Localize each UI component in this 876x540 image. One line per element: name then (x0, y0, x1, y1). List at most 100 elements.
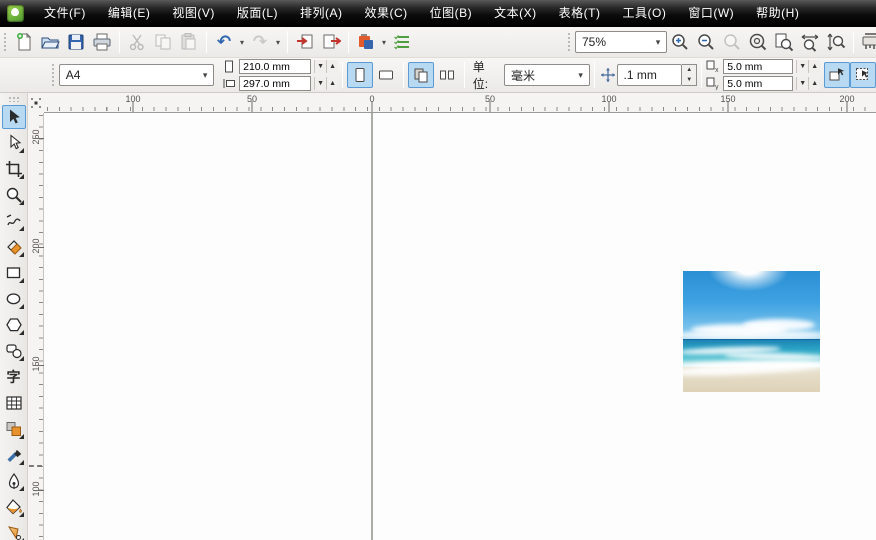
basic-shapes-tool[interactable] (2, 339, 26, 363)
crop-tool[interactable] (2, 157, 26, 181)
launcher-dropdown[interactable]: ▾ (379, 38, 389, 47)
paper-width-field[interactable]: 210.0 mm (239, 59, 312, 74)
import-button[interactable] (292, 29, 318, 55)
menu-arrange[interactable]: 排列(A) (289, 0, 354, 27)
toolbox-grip[interactable] (8, 95, 19, 102)
copy-button[interactable] (150, 29, 176, 55)
zoom-in-button[interactable] (667, 29, 693, 55)
ruler-origin[interactable] (28, 93, 44, 113)
menu-tools[interactable]: 工具(O) (612, 0, 678, 27)
vertical-ruler[interactable]: 250 200 150 100 (28, 113, 44, 540)
nudge-offset-value: .1 mm (623, 68, 657, 82)
import-icon (297, 34, 313, 49)
toolbar-separator (287, 31, 288, 53)
fill-tool[interactable] (2, 495, 26, 519)
svg-text:y: y (715, 84, 719, 90)
zoom-tool[interactable] (2, 183, 26, 207)
paper-width-spinner[interactable]: ▼ ▲ (314, 60, 339, 73)
outline-pen-tool[interactable] (2, 469, 26, 493)
all-pages-button[interactable] (407, 62, 434, 88)
svg-text:x: x (715, 67, 719, 73)
undo-dropdown[interactable]: ▾ (237, 38, 247, 47)
options-list-button[interactable] (389, 29, 415, 55)
units-combo[interactable]: 毫米 ▾ (503, 64, 590, 86)
save-button[interactable] (63, 29, 89, 55)
ruler-label: 150 (31, 356, 41, 372)
menu-view[interactable]: 视图(V) (161, 0, 226, 27)
duplicate-x-spinner[interactable]: ▼ ▲ (796, 60, 821, 73)
paste-button[interactable] (176, 29, 202, 55)
toolbar-grip[interactable] (2, 31, 8, 53)
pick-tool[interactable] (1, 105, 26, 129)
paper-size-combo[interactable]: A4 ▾ (58, 64, 215, 86)
beach-image-object[interactable] (683, 271, 820, 392)
current-page-icon (439, 70, 454, 80)
current-page-button[interactable] (434, 62, 460, 88)
menu-edit[interactable]: 编辑(E) (97, 0, 162, 27)
menu-help[interactable]: 帮助(H) (745, 0, 810, 27)
zoom-to-width-button[interactable] (797, 29, 823, 55)
snap-drawer-button[interactable] (858, 29, 876, 55)
table-tool[interactable] (2, 391, 26, 415)
toolbar-separator (206, 31, 207, 53)
application-launcher-button[interactable] (353, 29, 379, 55)
redo-button[interactable]: ↷ (247, 29, 273, 55)
text-tool[interactable]: 字 (2, 365, 26, 389)
shape-tool[interactable] (2, 131, 26, 155)
duplicate-x-icon: x (706, 60, 720, 74)
zoom-out-button[interactable] (693, 29, 719, 55)
snap-to-objects-button[interactable] (850, 62, 876, 88)
page-left-edge (371, 113, 373, 540)
nudge-offset-field[interactable]: .1 mm (616, 64, 683, 86)
zoom-toolbar-grip[interactable] (566, 31, 572, 53)
print-button[interactable] (89, 29, 115, 55)
menu-file[interactable]: 文件(F) (33, 0, 97, 27)
duplicate-y-spinner[interactable]: ▼ ▲ (796, 77, 821, 90)
propbar-grip[interactable] (49, 62, 56, 88)
redo-dropdown[interactable]: ▾ (273, 38, 283, 47)
duplicate-x-value: 5.0 mm (727, 60, 763, 73)
duplicate-y-field[interactable]: 5.0 mm (723, 76, 794, 91)
paper-height-field[interactable]: 297.0 mm (239, 76, 312, 91)
undo-button[interactable]: ↶ (211, 29, 237, 55)
zoom-out-icon (698, 34, 714, 50)
export-button[interactable] (318, 29, 344, 55)
paper-height-spinner[interactable]: ▼ ▲ (314, 77, 339, 90)
portrait-button[interactable] (347, 62, 374, 88)
drawing-canvas[interactable] (44, 113, 876, 540)
horizontal-ruler[interactable]: 100 50 0 50 100 150 200 (44, 93, 876, 113)
landscape-button[interactable] (373, 62, 399, 88)
ellipse-tool[interactable] (2, 287, 26, 311)
polygon-tool[interactable] (2, 313, 26, 337)
eyedropper-tool[interactable] (2, 443, 26, 467)
duplicate-x-field[interactable]: 5.0 mm (723, 59, 794, 74)
zoom-all-objects-button[interactable] (745, 29, 771, 55)
rectangle-tool[interactable] (2, 261, 26, 285)
portrait-icon (355, 68, 365, 82)
menu-text[interactable]: 文本(X) (483, 0, 548, 27)
propbar-separator (593, 62, 595, 88)
ruler-guide-mark (29, 465, 42, 467)
cut-button[interactable] (124, 29, 150, 55)
menu-table[interactable]: 表格(T) (548, 0, 612, 27)
zoom-to-height-button[interactable] (823, 29, 849, 55)
interactive-fill-tool[interactable] (2, 521, 26, 540)
paper-size-value: A4 (65, 68, 81, 82)
menu-bitmaps[interactable]: 位图(B) (419, 0, 484, 27)
zoom-to-page-button[interactable] (771, 29, 797, 55)
zoom-selected-icon (724, 34, 740, 50)
snap-drawer-icon (862, 33, 876, 49)
treat-as-filled-button[interactable] (824, 62, 851, 88)
nudge-offset-spinner[interactable]: ▲ ▼ (682, 64, 698, 86)
menu-layout[interactable]: 版面(L) (226, 0, 289, 27)
property-bar: A4 ▾ 210.0 mm ▼ ▲ 297.0 mm ▼ ▲ 单位: 毫米 ▾ … (0, 58, 876, 93)
new-document-button[interactable] (11, 29, 37, 55)
freehand-tool[interactable] (2, 209, 26, 233)
zoom-level-combo[interactable]: 75% ▾ (575, 31, 667, 53)
menu-window[interactable]: 窗口(W) (677, 0, 745, 27)
smart-fill-tool[interactable] (2, 235, 26, 259)
open-button[interactable] (37, 29, 63, 55)
interactive-blend-tool[interactable] (2, 417, 26, 441)
menu-effects[interactable]: 效果(C) (354, 0, 419, 27)
zoom-selected-button[interactable] (719, 29, 745, 55)
